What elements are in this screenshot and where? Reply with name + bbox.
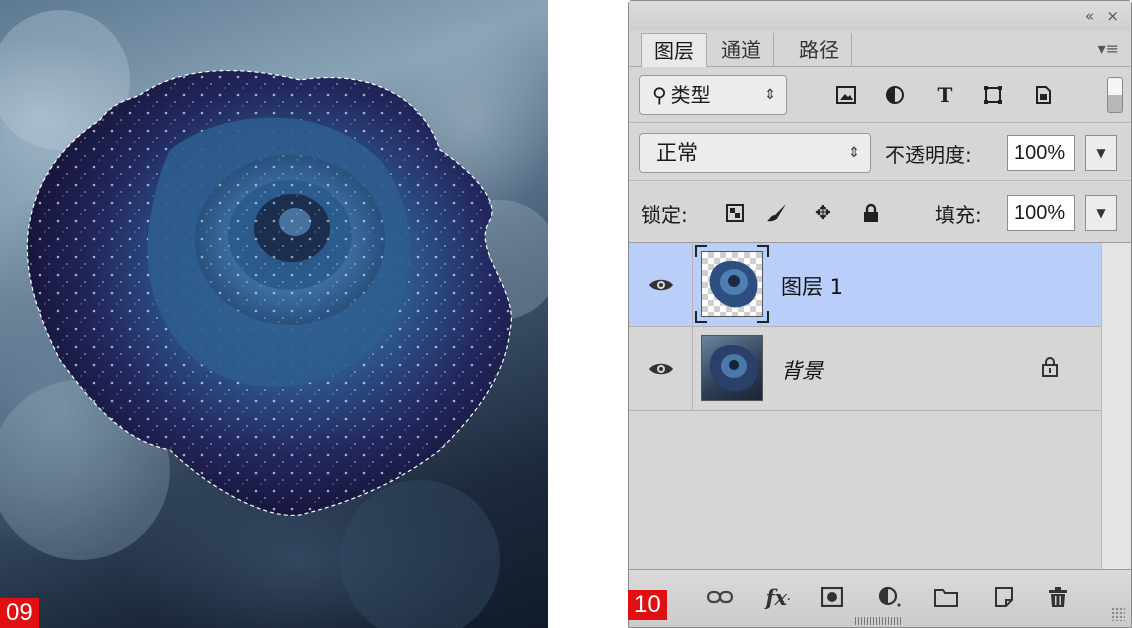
type-layer-filter-icon[interactable]: T [933,83,957,107]
layers-list: 图层 1 背景 [629,243,1131,569]
tab-paths[interactable]: 路径 [787,33,852,67]
layer-filter-row: ⚲ 类型 ⇕ T [629,69,1131,123]
layer-style-fx-icon[interactable]: fx. [763,582,793,612]
eye-icon [648,363,673,375]
fill-label: 填充: [935,203,982,227]
blend-mode-select[interactable]: 正常 ⇕ [639,133,871,173]
layer-thumbnail [701,335,763,401]
lock-position-icon[interactable]: ✥ [811,201,835,225]
rose-photo-canvas [0,0,548,628]
filter-kind-select[interactable]: ⚲ 类型 ⇕ [639,75,787,115]
layer-thumbnail [701,251,763,317]
panel-resize-handle[interactable] [855,617,901,625]
step-number-badge: 09 [0,598,39,628]
visibility-toggle[interactable] [629,327,693,411]
eye-icon [648,279,673,291]
smart-object-filter-icon[interactable] [1031,83,1055,107]
lock-row: 锁定: ✥ 填充: 100% ▼ [629,181,1131,243]
resize-grip[interactable] [1111,607,1125,621]
delete-trash-icon[interactable] [1043,582,1073,612]
fill-input[interactable]: 100% [1007,195,1075,231]
blend-mode-value: 正常 [656,141,698,165]
rose-image [0,10,548,628]
lock-image-pixels-icon[interactable] [765,201,789,225]
layer-name[interactable]: 图层 1 [781,271,843,301]
filter-kind-label: 类型 [670,83,711,107]
water-droplets [195,155,385,325]
new-group-folder-icon[interactable] [931,582,961,612]
layers-scrollbar[interactable] [1101,243,1131,569]
visibility-toggle[interactable] [629,243,693,327]
opacity-input[interactable]: 100% [1007,135,1075,171]
layer-row-background[interactable]: 背景 [629,327,1101,411]
updown-arrows-icon: ⇕ [764,87,776,103]
lock-label: 锁定: [641,203,688,227]
tab-channels[interactable]: 通道 [709,33,774,67]
filter-toggle-switch[interactable] [1107,77,1123,113]
adjustment-layer-filter-icon[interactable] [883,83,907,107]
opacity-dropdown-button[interactable]: ▼ [1085,135,1117,171]
link-layers-icon[interactable] [705,582,735,612]
updown-arrows-icon: ⇕ [848,145,860,161]
lock-transparent-pixels-icon[interactable] [723,201,747,225]
collapse-panel-icon[interactable]: « [1085,7,1094,25]
layers-panel: « × 图层 通道 路径 ▾≡ ⚲ 类型 ⇕ T 正常 ⇕ 不透明度: 100%… [628,0,1132,628]
close-panel-icon[interactable]: × [1106,7,1119,25]
adjustment-layer-icon[interactable] [875,582,905,612]
layer-lock-icon[interactable] [1041,355,1059,382]
lock-all-icon[interactable] [859,201,883,225]
step-number-badge: 10 [628,590,667,620]
fill-dropdown-button[interactable]: ▼ [1085,195,1117,231]
panel-tabs: 图层 通道 路径 ▾≡ [629,31,1131,67]
blend-mode-row: 正常 ⇕ 不透明度: 100% ▼ [629,123,1131,181]
layer-name[interactable]: 背景 [781,355,823,385]
layer-row-layer1[interactable]: 图层 1 [629,243,1101,327]
shape-layer-filter-icon[interactable] [981,83,1005,107]
panel-title-bar: « × [629,1,1131,31]
tab-layers[interactable]: 图层 [641,33,707,67]
search-icon: ⚲ [652,83,667,107]
layers-bottom-toolbar: fx. [629,569,1131,627]
panel-menu-icon[interactable]: ▾≡ [1098,39,1119,58]
pixel-layer-filter-icon[interactable] [834,83,858,107]
opacity-label: 不透明度: [885,143,972,167]
bokeh-blob [340,480,500,628]
add-mask-icon[interactable] [817,582,847,612]
new-layer-icon[interactable] [989,582,1019,612]
